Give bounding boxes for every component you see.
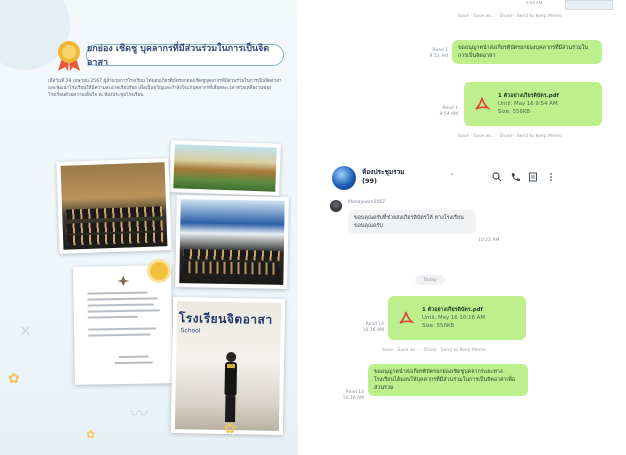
poster-title: ยกย่อง เชิดชู บุคลากรที่มีส่วนร่วมในการเ… <box>87 44 270 68</box>
flower-decoration: ✿ <box>8 370 20 386</box>
emblem-icon <box>117 275 130 286</box>
pdf-file-icon <box>475 97 490 110</box>
person-figure <box>224 352 238 423</box>
file-actions-bar[interactable]: Save · Save as... · Share · Send to Keep… <box>382 348 486 353</box>
sender-avatar[interactable] <box>330 200 342 212</box>
message-text: ขออนุญาตนำส่งเกียรติบัตรยกย่องเชิดชูบุคล… <box>374 369 516 391</box>
poster-title-banner: ยกย่อง เชิดชู บุคลากรที่มีส่วนร่วมในการเ… <box>86 44 284 68</box>
notes-icon[interactable] <box>528 172 538 182</box>
file-name: 1 ตัวอย่างเกียรติบัตร.pdf <box>422 307 483 313</box>
message-text: ขออนุญาตนำส่งเกียรติบัตรยกย่องบุคลากรที่… <box>458 45 588 59</box>
certificate-poster: ยกย่อง เชิดชู บุคลากรที่มีส่วนร่วมในการเ… <box>0 0 298 455</box>
phone-icon[interactable] <box>510 172 520 182</box>
message-meta: Read 14 10:16 AM <box>334 390 364 402</box>
photo-school-sign: โรงเรียนจิตอาสา School <box>170 297 286 435</box>
sender-name: Monoyuom2567 <box>348 200 386 205</box>
file-name: 1 ตัวอย่างเกียรติบัตร.pdf <box>498 93 559 99</box>
chat-header: ห้องประชุมรวม (99) ⌄ <box>332 166 552 194</box>
more-vertical-icon[interactable] <box>546 172 556 182</box>
pdf-file-icon <box>399 311 414 324</box>
sketch-decoration: 〰 <box>130 404 148 425</box>
message-meta: Read 14 10:16 AM <box>358 322 384 334</box>
file-actions-bar[interactable]: Save · Save as... · Share · Send to Keep… <box>458 134 562 139</box>
photo-group-indoor <box>56 158 172 254</box>
message-time: 10:22 AM <box>478 238 500 243</box>
flower-decoration: ✿ <box>86 429 96 441</box>
medal-icon <box>58 41 80 71</box>
image-thumbnail[interactable] <box>565 0 613 10</box>
message-meta: Read 1 9:54 AM <box>422 106 459 118</box>
chat-window: 9:54 AM Save · Save as... · Share · Send… <box>312 0 626 455</box>
message-time: 9:53 AM <box>429 54 449 59</box>
file-expiry: Until: May 16 10:16 AM <box>422 315 486 321</box>
poster-body-text: เมื่อวันที่ 29 เมษายน 2567 ผู้อำนวยการโร… <box>48 79 282 98</box>
photo-hut <box>169 140 281 196</box>
day-divider: Today <box>415 275 445 285</box>
flower-decoration: ✿ <box>224 420 236 436</box>
file-expiry: Until: May 16 9:54 AM <box>498 101 558 107</box>
group-name[interactable]: ห้องประชุมรวม <box>362 168 405 176</box>
file-size: Size: 556KB <box>498 109 531 115</box>
search-icon[interactable] <box>492 172 502 182</box>
message-time: 9:54 AM <box>526 0 543 5</box>
outgoing-message[interactable]: ขออนุญาตนำส่งเกียรติบัตรยกย่องบุคลากรที่… <box>452 40 602 64</box>
sketch-decoration: ✕ <box>20 320 31 341</box>
file-size: Size: 556KB <box>422 323 455 329</box>
message-meta: Read 1 9:53 AM <box>412 48 449 60</box>
photo-document <box>72 265 174 385</box>
message-time: 10:16 AM <box>362 328 384 333</box>
message-text: ขอบคุณครับที่ช่วยส่งเกียรติบัตรให้ ทางโร… <box>354 215 464 229</box>
incoming-message[interactable]: ขอบคุณครับที่ช่วยส่งเกียรติบัตรให้ ทางโร… <box>348 210 476 234</box>
group-avatar[interactable] <box>332 166 356 190</box>
file-message[interactable]: 1 ตัวอย่างเกียรติบัตร.pdf Until: May 16 … <box>388 296 526 340</box>
message-time: 9:54 AM <box>439 112 459 117</box>
message-time: 10:16 AM <box>342 396 364 401</box>
sun-decoration <box>150 262 168 280</box>
file-info: 1 ตัวอย่างเกียรติบัตร.pdf Until: May 16 … <box>498 92 559 116</box>
chevron-down-icon[interactable]: ⌄ <box>450 170 455 177</box>
header-actions <box>492 172 556 182</box>
file-message[interactable]: 1 ตัวอย่างเกียรติบัตร.pdf Until: May 16 … <box>464 82 602 126</box>
file-info: 1 ตัวอย่างเกียรติบัตร.pdf Until: May 16 … <box>422 306 485 330</box>
file-actions-bar[interactable]: Save · Save as... · Share · Send to Keep… <box>458 14 562 19</box>
outgoing-message[interactable]: ขออนุญาตนำส่งเกียรติบัตรยกย่องเชิดชูบุคล… <box>368 364 528 396</box>
school-sign-sub: School <box>180 327 201 335</box>
photo-group-outdoor <box>175 195 289 289</box>
member-count: (99) <box>362 177 377 185</box>
